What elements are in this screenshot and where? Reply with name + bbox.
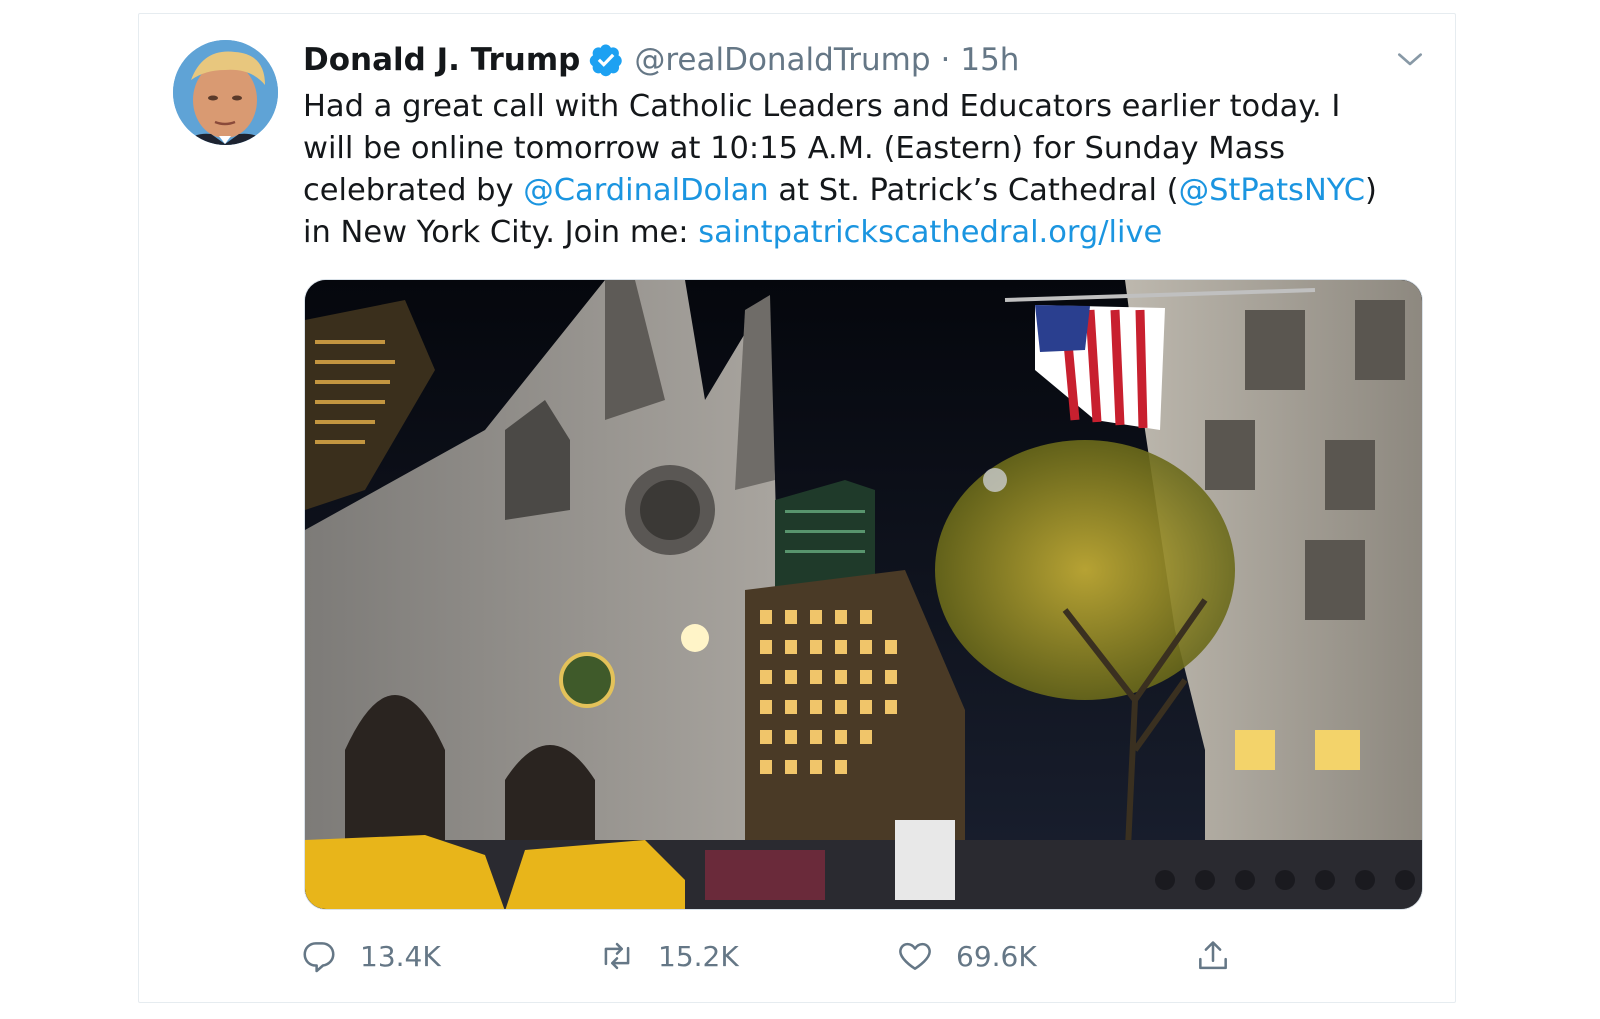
tweet-text-segment: will be online tomorrow at 10:15 A.M. (E… (303, 131, 1286, 166)
tweet-text-line: celebrated by @CardinalDolan at St. Patr… (303, 170, 1433, 212)
mention-link[interactable]: @CardinalDolan (523, 173, 768, 208)
heart-icon (899, 942, 931, 970)
url-link[interactable]: saintpatrickscathedral.org/live (698, 215, 1162, 250)
tweet-text-segment: in New York City. Join me: (303, 215, 699, 250)
profile-photo (173, 40, 278, 145)
retweet-count: 15.2K (658, 939, 739, 973)
tweet-text: Had a great call with Catholic Leaders a… (303, 86, 1433, 254)
tweet-text-segment: celebrated by (303, 173, 524, 208)
mention-link[interactable]: @StPatsNYC (1179, 173, 1365, 208)
tweet-media-photo[interactable] (304, 279, 1423, 910)
share-icon (1199, 941, 1227, 970)
separator-dot: · (940, 42, 951, 78)
retweet-icon (604, 942, 630, 970)
tweet-text-line: Had a great call with Catholic Leaders a… (303, 86, 1433, 128)
like-count: 69.6K (956, 939, 1037, 973)
verified-badge-icon (590, 44, 623, 77)
reply-count: 13.4K (360, 939, 441, 973)
tweet-actions: 13.4K 15.2K 69.6K (300, 936, 1260, 976)
chevron-down-icon[interactable] (1394, 44, 1426, 76)
avatar[interactable] (173, 40, 278, 145)
tweet-text-segment: Had a great call with Catholic Leaders a… (303, 89, 1341, 124)
tweet-text-segment: ) (1365, 173, 1377, 208)
reply-icon (303, 942, 335, 973)
tweet-text-line: in New York City. Join me: saintpatricks… (303, 212, 1433, 254)
author-name[interactable]: Donald J. Trump (303, 42, 580, 78)
tweet-text-segment: at St. Patrick’s Cathedral ( (768, 173, 1179, 208)
tweet-timestamp[interactable]: 15h (960, 42, 1019, 78)
photo-st-patricks-cathedral-night (305, 280, 1422, 909)
share-button[interactable] (1194, 936, 1232, 976)
tweet-text-line: will be online tomorrow at 10:15 A.M. (E… (303, 128, 1433, 170)
tweet-header: Donald J. Trump @realDonaldTrump · 15h (303, 38, 1019, 82)
reply-button[interactable]: 13.4K (300, 936, 441, 976)
author-handle[interactable]: @realDonaldTrump (634, 42, 930, 78)
like-button[interactable]: 69.6K (896, 936, 1037, 976)
retweet-button[interactable]: 15.2K (598, 936, 739, 976)
